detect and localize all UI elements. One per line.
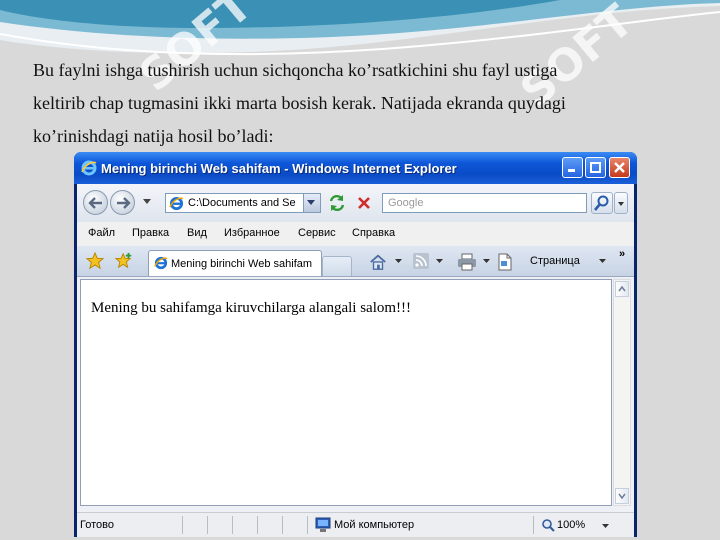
status-divider [307, 516, 308, 534]
search-icon [594, 195, 609, 211]
security-zone-text[interactable]: Мой компьютер [334, 519, 414, 531]
status-divider [257, 516, 258, 534]
address-text: C:\Documents and Se [188, 197, 296, 209]
rss-dropdown-icon[interactable] [436, 259, 444, 264]
stop-icon[interactable] [354, 193, 374, 213]
computer-icon [315, 517, 331, 532]
tab-label: Mening birinchi Web sahifam [171, 258, 313, 270]
status-divider [282, 516, 283, 534]
menu-help[interactable]: Справка [352, 227, 395, 239]
print-dropdown-icon[interactable] [483, 259, 491, 264]
browser-chrome: C:\Documents and Se Google Файл Правка В… [77, 184, 634, 537]
print-icon[interactable] [457, 253, 477, 271]
favorites-star-icon[interactable] [86, 252, 104, 270]
status-divider [533, 516, 534, 534]
address-toolbar: C:\Documents and Se Google [77, 184, 634, 222]
more-tools-chevron[interactable]: » [619, 248, 625, 260]
ie-logo-icon [169, 196, 184, 211]
paragraph-line: keltirib chap tugmasini ikki marta bosis… [33, 93, 566, 113]
minimize-button[interactable] [562, 157, 583, 178]
status-divider [207, 516, 208, 534]
address-dropdown-button[interactable] [303, 194, 320, 212]
maximize-icon [590, 162, 601, 173]
tab-current-page[interactable]: Mening birinchi Web sahifam [148, 250, 322, 276]
status-text: Готово [80, 519, 114, 531]
maximize-button[interactable] [585, 157, 606, 178]
home-dropdown-icon[interactable] [395, 259, 403, 264]
status-bar: Готово Мой компьютер 100% [77, 512, 634, 537]
chevron-down-icon [307, 200, 315, 205]
search-button[interactable] [591, 192, 613, 214]
chevron-up-icon [618, 285, 626, 292]
address-field[interactable]: C:\Documents and Se [165, 193, 321, 213]
menu-favorites[interactable]: Избранное [224, 227, 280, 239]
menu-view[interactable]: Вид [187, 227, 207, 239]
search-options-button[interactable] [614, 192, 628, 214]
menu-edit[interactable]: Правка [132, 227, 169, 239]
slide-paragraph: Bu faylni ishga tushirish uchun sichqonc… [33, 54, 703, 153]
zoom-dropdown-icon[interactable] [602, 524, 610, 529]
zoom-icon[interactable] [541, 518, 555, 532]
scroll-up-button[interactable] [615, 281, 629, 297]
page-icon[interactable] [497, 253, 513, 271]
chevron-down-icon [618, 202, 624, 206]
recent-pages-dropdown-icon[interactable] [143, 199, 152, 205]
paragraph-line: Bu faylni ishga tushirish uchun sichqonc… [33, 60, 558, 80]
new-tab-button[interactable] [322, 256, 352, 276]
back-button[interactable] [83, 190, 108, 215]
search-input[interactable]: Google [382, 193, 587, 213]
chevron-down-icon [618, 493, 626, 500]
search-placeholder: Google [388, 197, 424, 209]
menu-file[interactable]: Файл [88, 227, 115, 239]
minimize-icon [568, 169, 575, 172]
page-content-area: Mening bu sahifamga kiruvchilarga alanga… [80, 279, 612, 506]
refresh-icon[interactable] [327, 193, 347, 213]
menu-tools[interactable]: Сервис [298, 227, 336, 239]
browser-window: Mening birinchi Web sahifam - Windows In… [74, 152, 637, 537]
scroll-down-button[interactable] [615, 488, 629, 504]
home-icon[interactable] [369, 253, 387, 271]
title-bar[interactable]: Mening birinchi Web sahifam - Windows In… [74, 152, 637, 184]
window-title: Mening birinchi Web sahifam - Windows In… [101, 161, 457, 176]
rss-icon[interactable] [413, 253, 429, 269]
close-button[interactable] [609, 157, 630, 178]
zoom-level[interactable]: 100% [557, 519, 585, 531]
forward-button[interactable] [110, 190, 135, 215]
ie-logo-icon [154, 256, 168, 270]
add-favorites-icon[interactable] [114, 252, 134, 270]
status-divider [232, 516, 233, 534]
status-divider [182, 516, 183, 534]
page-dropdown-icon[interactable] [599, 259, 607, 264]
tab-bar: Mening birinchi Web sahifam Страница » [77, 246, 634, 277]
page-content-text: Mening bu sahifamga kiruvchilarga alanga… [91, 300, 412, 316]
vertical-scrollbar[interactable] [613, 279, 631, 506]
paragraph-line: ko’rinishdagi natija hosil bo’ladi: [33, 126, 274, 146]
ie-logo-icon [81, 160, 97, 176]
forward-icon [117, 197, 131, 209]
page-menu-label[interactable]: Страница [530, 255, 580, 267]
back-icon [88, 197, 102, 209]
menu-bar: Файл Правка Вид Избранное Сервис Справка [77, 222, 634, 247]
close-icon [614, 162, 625, 173]
